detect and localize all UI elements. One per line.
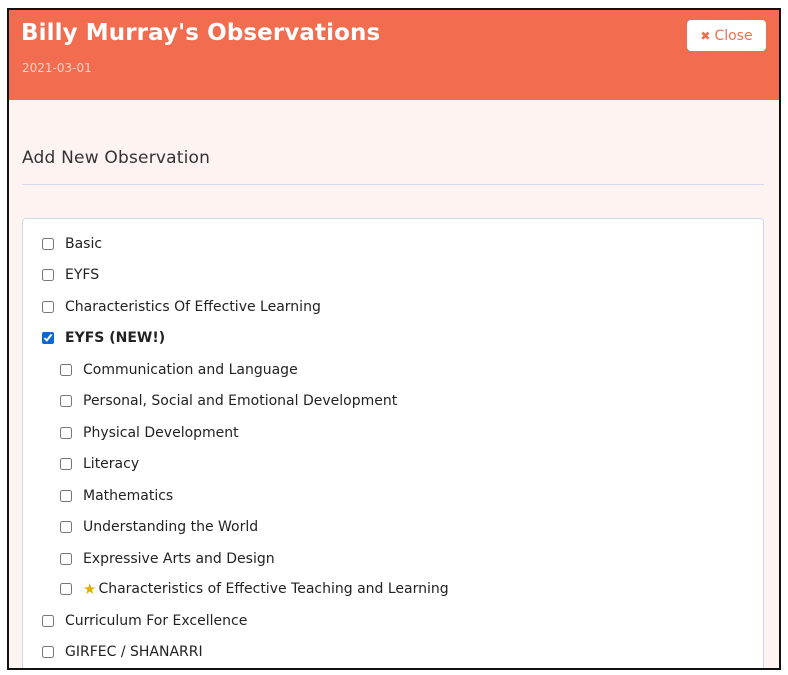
observation-options-panel: Basic EYFS Characteristics Of Effective …	[22, 218, 764, 668]
option-characteristics-effective-learning[interactable]: Characteristics Of Effective Learning	[42, 299, 321, 315]
checkbox-characteristics-teaching-learning[interactable]	[60, 583, 72, 595]
option-eyfs-new[interactable]: EYFS (NEW!)	[42, 330, 165, 346]
checkbox-expressive-arts-design[interactable]	[60, 553, 72, 565]
checkbox-literacy[interactable]	[60, 458, 72, 470]
option-curriculum-for-excellence[interactable]: Curriculum For Excellence	[42, 613, 247, 629]
option-eyfs[interactable]: EYFS	[42, 267, 99, 283]
star-icon: ★	[83, 579, 97, 598]
checkbox-mathematics[interactable]	[60, 490, 72, 502]
option-label: Literacy	[83, 456, 140, 472]
checkbox-curriculum-for-excellence[interactable]	[42, 615, 54, 627]
checkbox-communication-language[interactable]	[60, 364, 72, 376]
observation-date: 2021-03-01	[22, 61, 92, 75]
option-basic[interactable]: Basic	[42, 236, 102, 252]
option-label: Personal, Social and Emotional Developme…	[83, 393, 398, 409]
option-characteristics-teaching-learning[interactable]: ★ Characteristics of Effective Teaching …	[60, 581, 449, 597]
option-label: Characteristics Of Effective Learning	[65, 299, 321, 315]
option-label: EYFS (NEW!)	[65, 330, 166, 346]
modal-header: Billy Murray's Observations 2021-03-01 ✖…	[9, 10, 779, 100]
option-label: Characteristics of Effective Teaching an…	[98, 581, 449, 597]
option-label: Mathematics	[83, 488, 174, 504]
checkbox-girfec-shanarri[interactable]	[42, 646, 54, 658]
option-label: Communication and Language	[83, 362, 298, 378]
checkbox-personal-social-emotional[interactable]	[60, 395, 72, 407]
option-communication-language[interactable]: Communication and Language	[60, 362, 298, 378]
option-label: Basic	[65, 236, 103, 252]
close-button[interactable]: ✖ Close	[687, 20, 766, 51]
section-title: Add New Observation	[22, 148, 211, 168]
option-personal-social-emotional[interactable]: Personal, Social and Emotional Developme…	[60, 393, 397, 409]
option-label: Physical Development	[83, 425, 239, 441]
checkbox-understanding-world[interactable]	[60, 521, 72, 533]
option-label: Understanding the World	[83, 519, 259, 535]
times-icon: ✖	[700, 28, 711, 43]
option-label: Expressive Arts and Design	[83, 551, 275, 567]
option-literacy[interactable]: Literacy	[60, 456, 139, 472]
divider	[22, 184, 764, 185]
checkbox-basic[interactable]	[42, 238, 54, 250]
option-label: Curriculum For Excellence	[65, 613, 248, 629]
checkbox-eyfs[interactable]	[42, 269, 54, 281]
option-label: GIRFEC / SHANARRI	[65, 644, 203, 660]
option-physical-development[interactable]: Physical Development	[60, 425, 239, 441]
option-understanding-world[interactable]: Understanding the World	[60, 519, 258, 535]
modal-window: Billy Murray's Observations 2021-03-01 ✖…	[7, 8, 781, 670]
checkbox-physical-development[interactable]	[60, 427, 72, 439]
option-label: EYFS	[65, 267, 100, 283]
checkbox-characteristics-effective-learning[interactable]	[42, 301, 54, 313]
checkbox-eyfs-new[interactable]	[42, 332, 54, 344]
page-title: Billy Murray's Observations	[21, 20, 381, 46]
option-girfec-shanarri[interactable]: GIRFEC / SHANARRI	[42, 644, 203, 660]
option-expressive-arts-design[interactable]: Expressive Arts and Design	[60, 551, 275, 567]
option-mathematics[interactable]: Mathematics	[60, 488, 173, 504]
close-button-label: Close	[714, 27, 753, 44]
